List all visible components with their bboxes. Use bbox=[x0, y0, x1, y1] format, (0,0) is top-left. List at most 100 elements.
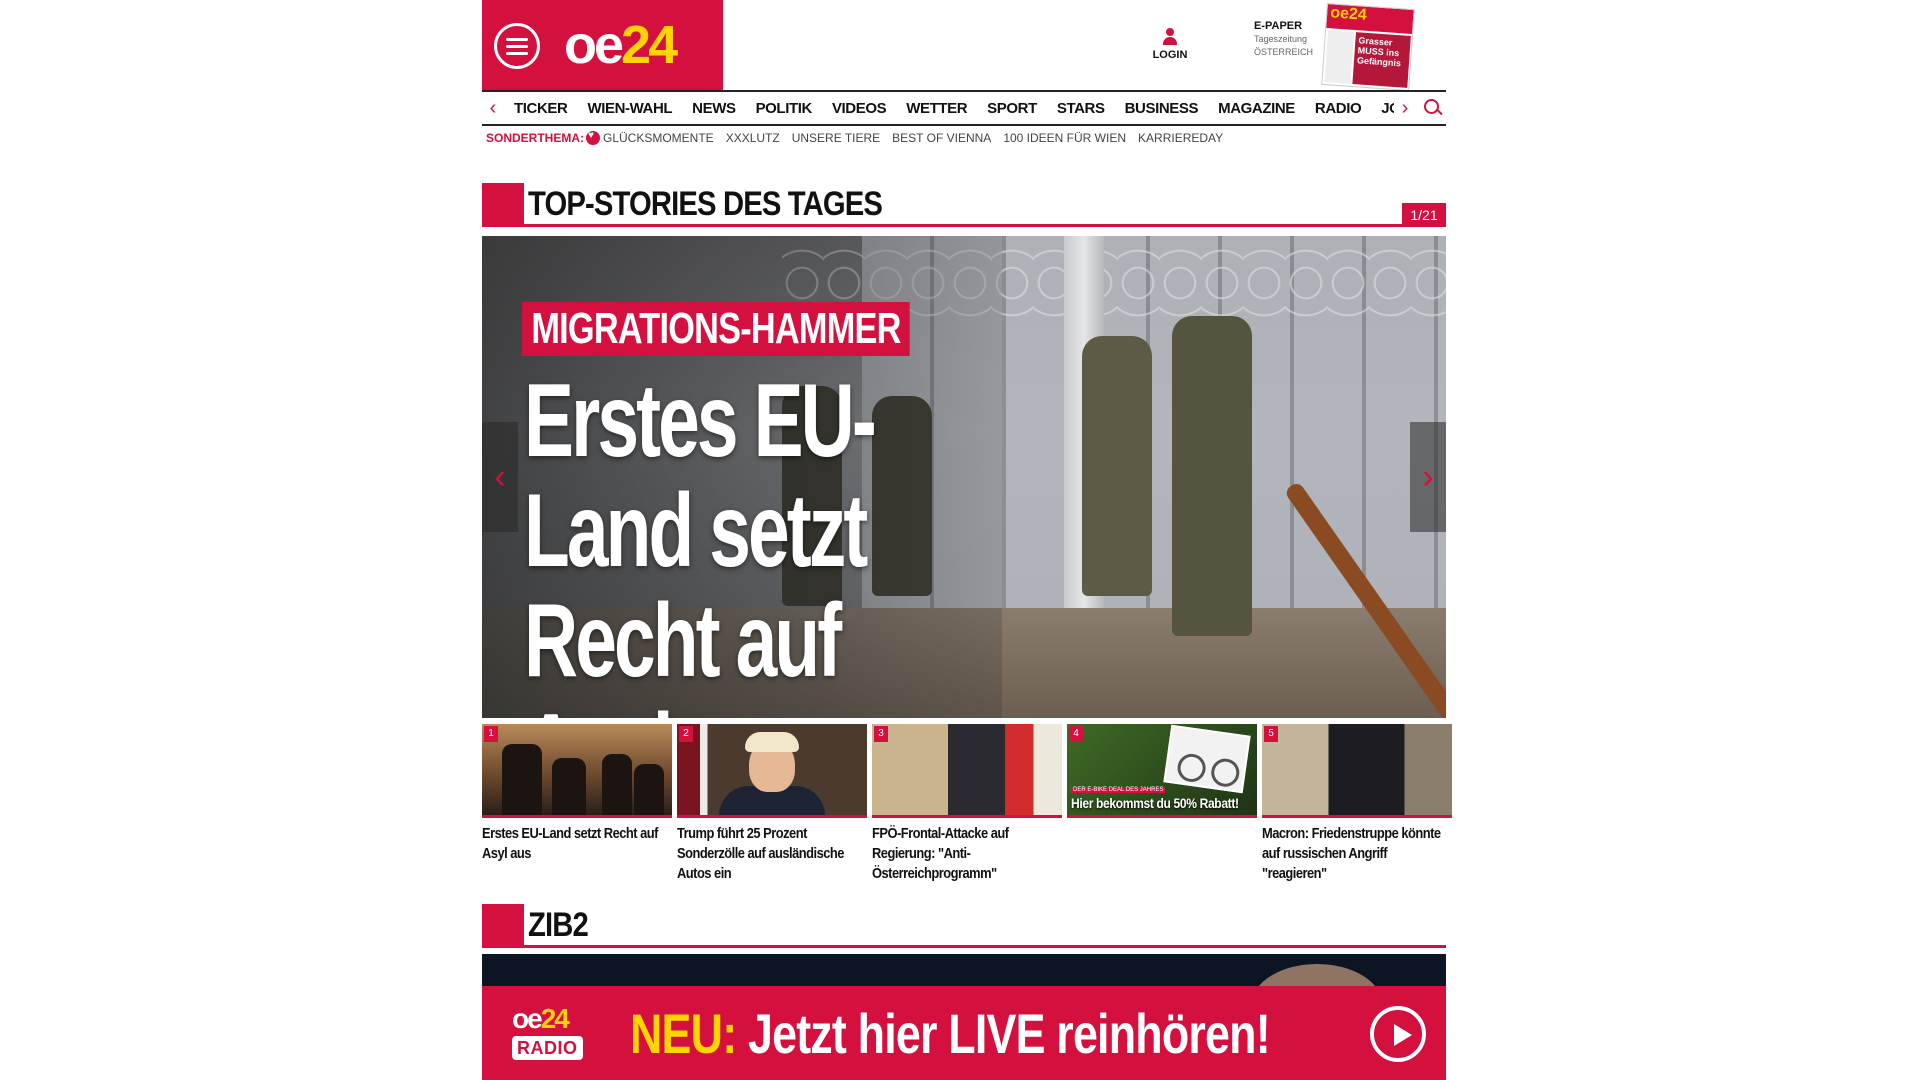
nav-item-wetter[interactable]: WETTER bbox=[896, 100, 977, 117]
subnav-link-100-ideen[interactable]: 100 IDEEN FÜR WIEN bbox=[1003, 131, 1126, 145]
hero-story[interactable]: MIGRATIONS-HAMMER Erstes EU-Land setzt R… bbox=[482, 236, 1446, 718]
logo-24: 24 bbox=[621, 15, 678, 75]
page-container: oe24 LOGIN E-PAPER Tageszeitung ÖSTERREI… bbox=[482, 0, 1452, 1080]
subnav-link-karriereday[interactable]: KARRIEREDAY bbox=[1138, 131, 1223, 145]
silhouette bbox=[634, 764, 664, 815]
story-thumbnails: 1 Erstes EU-Land setzt Recht auf Asyl au… bbox=[482, 724, 1452, 894]
site-logo[interactable]: oe24 bbox=[564, 15, 678, 75]
nav-item-sport[interactable]: SPORT bbox=[977, 100, 1047, 117]
logo-area: oe24 bbox=[482, 0, 723, 90]
epaper-region: ÖSTERREICH bbox=[1254, 47, 1314, 57]
nav-items: TICKER WIEN-WAHL NEWS POLITIK VIDEOS WET… bbox=[504, 100, 1394, 117]
subnav-link-gluecksmomente[interactable]: GLÜCKSMOMENTE bbox=[603, 131, 714, 145]
nav-left-chevron-icon[interactable]: ‹ bbox=[482, 97, 504, 120]
nav-item-business[interactable]: BUSINESS bbox=[1115, 100, 1209, 117]
story-thumb[interactable]: 3 FPÖ-Frontal-Attacke auf Regierung: "An… bbox=[872, 724, 1062, 894]
menu-line bbox=[506, 51, 528, 55]
epaper-cover-headline: Grasser MUSS ins Gefängnis bbox=[1352, 32, 1411, 88]
nav-right-chevron-icon[interactable]: › bbox=[1394, 97, 1416, 120]
main-nav: ‹ TICKER WIEN-WAHL NEWS POLITIK VIDEOS W… bbox=[482, 90, 1446, 126]
login-label: LOGIN bbox=[1152, 49, 1188, 61]
subnav-link-best-of-vienna[interactable]: BEST OF VIENNA bbox=[892, 131, 991, 145]
user-icon bbox=[1162, 28, 1178, 48]
bike-photo bbox=[1163, 724, 1251, 794]
story-thumb-image: 3 bbox=[872, 724, 1062, 818]
radio-cta-text: Jetzt hier LIVE reinhören! bbox=[736, 1002, 1271, 1065]
section-divider bbox=[524, 224, 1446, 227]
story-number-badge: 1 bbox=[484, 726, 498, 742]
hero-prev-chevron-icon[interactable]: ‹ bbox=[482, 422, 518, 532]
nav-item-magazine[interactable]: MAGAZINE bbox=[1208, 100, 1305, 117]
story-thumb[interactable]: 5 Macron: Friedenstruppe könnte auf russ… bbox=[1262, 724, 1452, 894]
play-icon[interactable] bbox=[1370, 1006, 1426, 1062]
zib2-header: ZIB2 bbox=[482, 904, 1446, 948]
hero-kicker: MIGRATIONS-HAMMER bbox=[522, 302, 911, 356]
silhouette bbox=[502, 744, 542, 815]
logo-oe: oe bbox=[564, 15, 624, 75]
radio-logo: oe24 RADIO bbox=[512, 1004, 600, 1068]
section-marker bbox=[482, 183, 524, 227]
story-thumb-image: 2 bbox=[677, 724, 867, 818]
story-number-badge: 4 bbox=[1069, 726, 1083, 742]
nav-item-news[interactable]: NEWS bbox=[682, 100, 745, 117]
radio-neu-label: NEU: bbox=[630, 1002, 737, 1065]
radio-banner-text: NEU: Jetzt hier LIVE reinhören! bbox=[630, 1002, 1271, 1065]
radio-logo-label: RADIO bbox=[512, 1036, 583, 1060]
radio-live-banner[interactable]: oe24 RADIO NEU: Jetzt hier LIVE reinhöre… bbox=[482, 986, 1446, 1080]
zib2-title: ZIB2 bbox=[528, 906, 589, 944]
search-icon[interactable] bbox=[1416, 95, 1446, 121]
story-thumb-image: DER E-BIKE DEAL DES JAHRES Hier bekommst… bbox=[1067, 724, 1257, 818]
epaper-cover-logo: oe24 bbox=[1326, 4, 1414, 35]
nav-item-videos[interactable]: VIDEOS bbox=[822, 100, 896, 117]
epaper-subtitle: Tageszeitung bbox=[1254, 34, 1308, 44]
nav-item-radio[interactable]: RADIO bbox=[1305, 100, 1371, 117]
radio-logo-24: 24 bbox=[540, 1003, 570, 1034]
subnav-link-xxxlutz[interactable]: XXXLUTZ bbox=[726, 131, 780, 145]
special-topics-bar: SONDERTHEMA: GLÜCKSMOMENTE XXXLUTZ UNSER… bbox=[486, 128, 1235, 148]
story-thumb-caption: Macron: Friedenstruppe könnte auf russis… bbox=[1262, 825, 1441, 882]
nav-item-job[interactable]: JOB bbox=[1371, 100, 1394, 117]
nav-item-politik[interactable]: POLITIK bbox=[746, 100, 822, 117]
story-thumb-caption: Erstes EU-Land setzt Recht auf Asyl aus bbox=[482, 825, 658, 862]
slide-counter: 1/21 bbox=[1402, 203, 1446, 227]
hero-photo-soldier bbox=[1082, 336, 1152, 596]
story-number-badge: 3 bbox=[874, 726, 888, 742]
hero-next-chevron-icon[interactable]: › bbox=[1410, 422, 1446, 532]
story-thumb-caption: FPÖ-Frontal-Attacke auf Regierung: "Anti… bbox=[872, 825, 1009, 882]
epaper-cover[interactable]: oe24 Grasser MUSS ins Gefängnis bbox=[1321, 3, 1415, 91]
story-thumb[interactable]: 2 Trump führt 25 Prozent Sonderzölle auf… bbox=[677, 724, 867, 894]
hero-photo-soldier bbox=[1172, 316, 1252, 636]
menu-line bbox=[506, 37, 528, 41]
story-thumb-image: 5 bbox=[1262, 724, 1452, 818]
epaper-title: E-PAPER bbox=[1254, 20, 1303, 32]
special-topics-label: SONDERTHEMA: bbox=[486, 131, 584, 145]
story-thumb-ad[interactable]: DER E-BIKE DEAL DES JAHRES Hier bekommst… bbox=[1067, 724, 1257, 894]
top-stories-header: TOP-STORIES DES TAGES 1/21 bbox=[482, 183, 1446, 227]
menu-button[interactable] bbox=[494, 23, 540, 69]
photo-person-face bbox=[745, 732, 799, 792]
story-number-badge: 2 bbox=[679, 726, 693, 742]
section-marker bbox=[482, 904, 524, 948]
promo-tagline: DER E-BIKE DEAL DES JAHRES bbox=[1071, 787, 1166, 793]
silhouette bbox=[602, 754, 632, 815]
radio-logo-text: oe24 bbox=[512, 1004, 600, 1034]
story-number-badge: 5 bbox=[1264, 726, 1278, 742]
epaper-link[interactable]: E-PAPER Tageszeitung ÖSTERREICH bbox=[1254, 20, 1324, 59]
silhouette bbox=[552, 758, 586, 815]
epaper-cover-photo bbox=[1324, 30, 1355, 84]
subnav-link-unsere-tiere[interactable]: UNSERE TIERE bbox=[792, 131, 880, 145]
top-stories-title: TOP-STORIES DES TAGES bbox=[528, 185, 883, 223]
radio-logo-oe: oe bbox=[512, 1003, 543, 1034]
nav-item-stars[interactable]: STARS bbox=[1047, 100, 1115, 117]
heart-icon bbox=[586, 130, 600, 145]
hero-headline: Erstes EU-Land setzt Recht auf Asyl aus bbox=[524, 363, 877, 718]
menu-line bbox=[506, 44, 528, 48]
section-divider bbox=[524, 945, 1446, 948]
promo-badge: Hier bekommst du 50% Rabatt! bbox=[1071, 795, 1239, 811]
story-thumb-caption: Trump führt 25 Prozent Sonderzölle auf a… bbox=[677, 825, 844, 882]
login-button[interactable]: LOGIN bbox=[1150, 28, 1190, 61]
story-thumb-image: 1 bbox=[482, 724, 672, 818]
story-thumb[interactable]: 1 Erstes EU-Land setzt Recht auf Asyl au… bbox=[482, 724, 672, 894]
nav-item-wien-wahl[interactable]: WIEN-WAHL bbox=[577, 100, 682, 117]
nav-item-ticker[interactable]: TICKER bbox=[504, 100, 577, 117]
